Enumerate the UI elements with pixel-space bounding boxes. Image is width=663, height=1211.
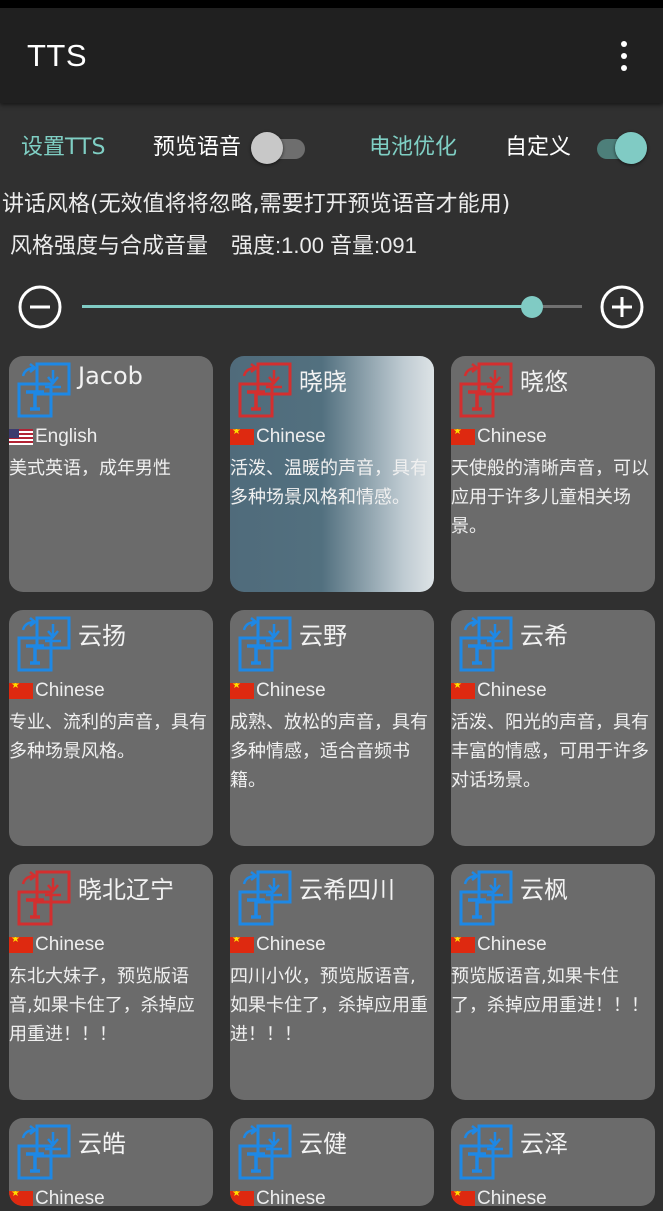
voice-card[interactable]: 云扬 Chinese 专业、流利的声音，具有多种场景风格。	[9, 610, 213, 846]
voice-language-label: English	[35, 426, 98, 447]
voice-card[interactable]: 云枫 Chinese 预览版语音,如果卡住了，杀掉应用重进！！！	[451, 864, 655, 1100]
cn-flag-icon	[451, 1191, 475, 1206]
tts-voice-icon	[457, 362, 519, 420]
voice-language: Chinese	[230, 1188, 326, 1206]
voice-description: 天使般的清晰声音，可以应用于许多儿童相关场景。	[451, 458, 649, 537]
voice-language: Chinese	[9, 934, 105, 956]
tts-voice-icon	[236, 870, 298, 928]
voice-name: 晓晓	[299, 368, 347, 396]
voice-name: 云希	[520, 622, 568, 650]
voice-language: Chinese	[451, 426, 547, 448]
voice-name: 晓北辽宁	[78, 876, 174, 904]
voice-language: Chinese	[451, 680, 547, 702]
voice-language: Chinese	[230, 680, 326, 702]
us-flag-icon	[9, 429, 33, 445]
cn-flag-icon	[230, 683, 254, 699]
voice-language: Chinese	[451, 1188, 547, 1206]
cn-flag-icon	[451, 937, 475, 953]
voice-card[interactable]: 晓北辽宁 Chinese 东北大妹子，预览版语音,如果卡住了，杀掉应用重进！！！	[9, 864, 213, 1100]
voice-language-label: Chinese	[35, 1188, 105, 1206]
cn-flag-icon	[9, 1191, 33, 1206]
tts-voice-icon	[15, 870, 77, 928]
voice-description: 四川小伙，预览版语音,如果卡住了，杀掉应用重进！！！	[230, 966, 428, 1045]
voice-name: 云泽	[520, 1130, 568, 1158]
voice-name: 云扬	[78, 622, 126, 650]
voice-description: 活泼、温暖的声音，具有多种场景风格和情感。	[230, 458, 428, 508]
voice-card[interactable]: 云泽 Chinese	[451, 1118, 655, 1206]
voice-language: Chinese	[230, 426, 326, 448]
voice-language-label: Chinese	[256, 934, 326, 955]
voice-language-label: Chinese	[35, 680, 105, 701]
voice-language-label: Chinese	[477, 934, 547, 955]
voice-name: 晓悠	[520, 368, 568, 396]
voice-description: 美式英语，成年男性	[9, 458, 171, 479]
voice-name: 云枫	[520, 876, 568, 904]
voice-name: Jacob	[78, 362, 143, 390]
voice-description: 专业、流利的声音，具有多种场景风格。	[9, 712, 207, 762]
tts-voice-icon	[236, 362, 298, 420]
cn-flag-icon	[451, 683, 475, 699]
voice-language: Chinese	[451, 934, 547, 956]
voice-description: 活泼、阳光的声音，具有丰富的情感，可用于许多对话场景。	[451, 712, 649, 791]
voice-language-label: Chinese	[256, 426, 326, 447]
voice-card[interactable]: 云健 Chinese	[230, 1118, 434, 1206]
voice-card[interactable]: 云皓 Chinese	[9, 1118, 213, 1206]
voice-language-label: Chinese	[35, 934, 105, 955]
cn-flag-icon	[9, 937, 33, 953]
voice-card[interactable]: 云希 Chinese 活泼、阳光的声音，具有丰富的情感，可用于许多对话场景。	[451, 610, 655, 846]
voice-card[interactable]: 晓悠 Chinese 天使般的清晰声音，可以应用于许多儿童相关场景。	[451, 356, 655, 592]
voice-name: 云希四川	[299, 876, 395, 904]
tts-voice-icon	[15, 1124, 77, 1182]
voice-name: 云野	[299, 622, 347, 650]
voice-name: 云健	[299, 1130, 347, 1158]
voice-language-label: Chinese	[477, 1188, 547, 1206]
voice-language: English	[9, 426, 97, 448]
voice-card[interactable]: Jacob English 美式英语，成年男性	[9, 356, 213, 592]
cn-flag-icon	[230, 937, 254, 953]
voice-language-label: Chinese	[256, 1188, 326, 1206]
tts-voice-icon	[457, 870, 519, 928]
cn-flag-icon	[9, 683, 33, 699]
voice-language: Chinese	[9, 1188, 105, 1206]
voice-card[interactable]: 云野 Chinese 成熟、放松的声音，具有多种情感，适合音频书籍。	[230, 610, 434, 846]
voice-language-label: Chinese	[477, 680, 547, 701]
cn-flag-icon	[451, 429, 475, 445]
voice-language: Chinese	[230, 934, 326, 956]
voice-description: 成熟、放松的声音，具有多种情感，适合音频书籍。	[230, 712, 428, 791]
voice-grid: Jacob English 美式英语，成年男性 晓晓 Chinese 活泼、温暖的声音，具…	[0, 0, 663, 1211]
voice-language: Chinese	[9, 680, 105, 702]
tts-voice-icon	[15, 616, 77, 674]
voice-name: 云皓	[78, 1130, 126, 1158]
voice-description: 东北大妹子，预览版语音,如果卡住了，杀掉应用重进！！！	[9, 966, 195, 1045]
tts-voice-icon	[236, 1124, 298, 1182]
voice-card[interactable]: 云希四川 Chinese 四川小伙，预览版语音,如果卡住了，杀掉应用重进！！！	[230, 864, 434, 1100]
voice-card[interactable]: 晓晓 Chinese 活泼、温暖的声音，具有多种场景风格和情感。	[230, 356, 434, 592]
voice-description: 预览版语音,如果卡住了，杀掉应用重进！！！	[451, 966, 649, 1016]
cn-flag-icon	[230, 1191, 254, 1206]
tts-voice-icon	[457, 616, 519, 674]
tts-voice-icon	[457, 1124, 519, 1182]
voice-language-label: Chinese	[477, 426, 547, 447]
voice-language-label: Chinese	[256, 680, 326, 701]
cn-flag-icon	[230, 429, 254, 445]
tts-voice-icon	[15, 362, 77, 420]
tts-voice-icon	[236, 616, 298, 674]
